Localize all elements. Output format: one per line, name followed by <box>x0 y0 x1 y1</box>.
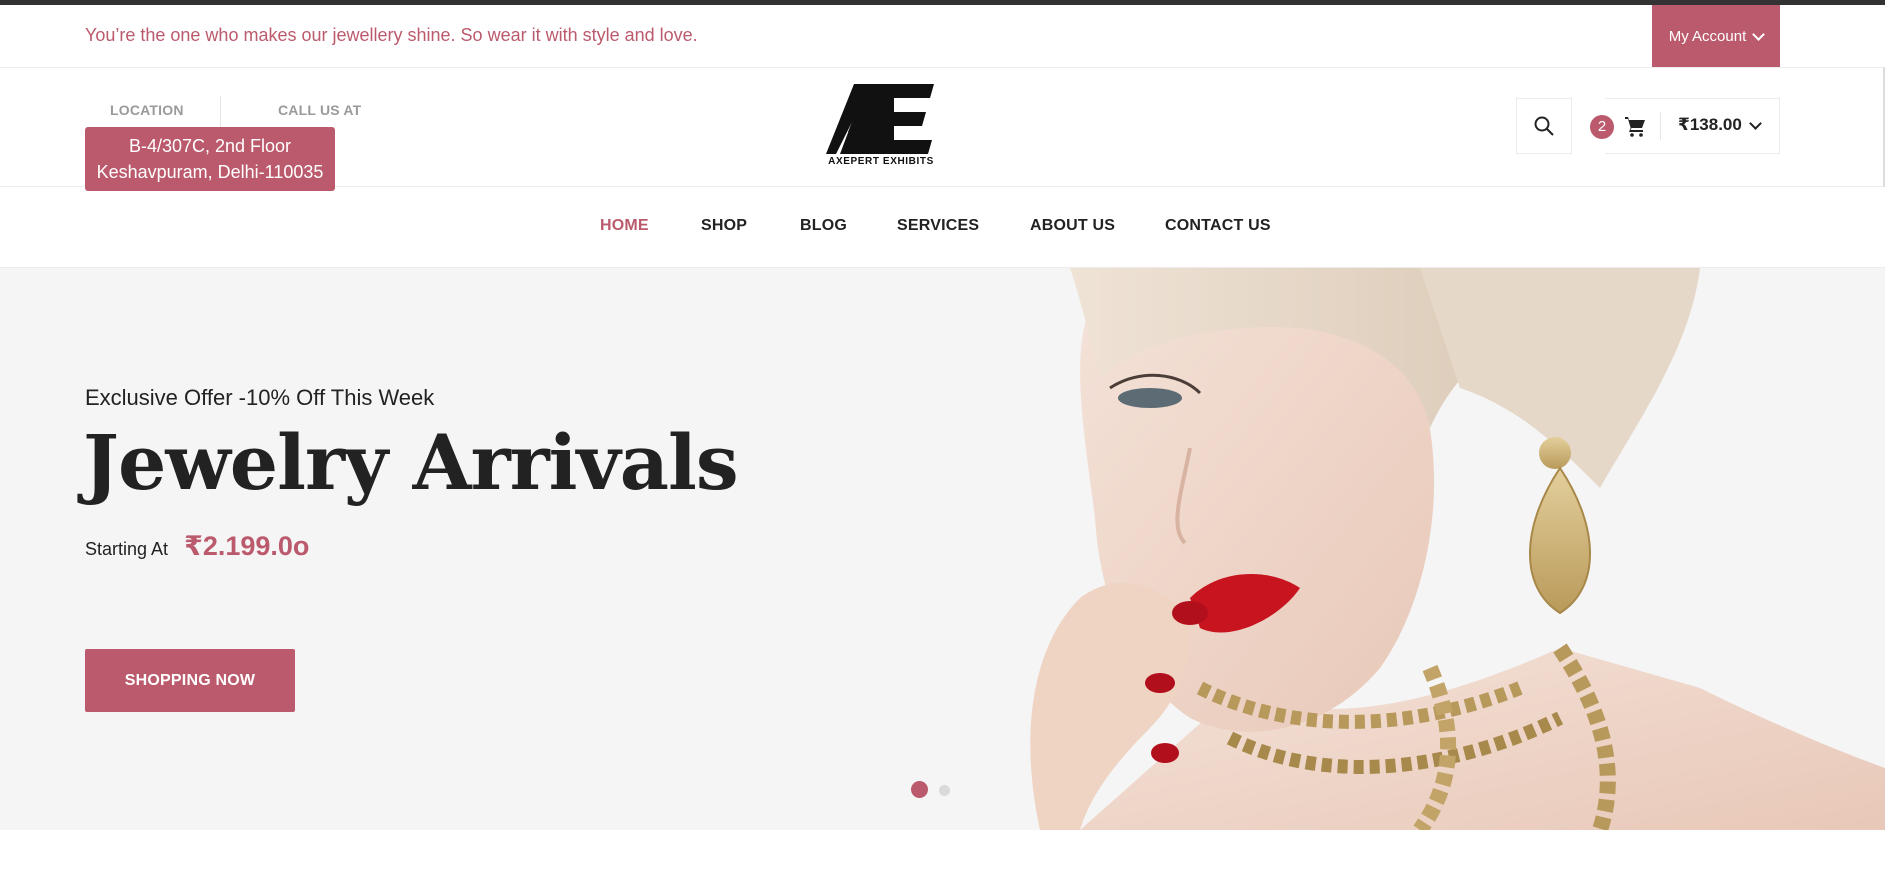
main-navigation: HOME SHOP BLOG SERVICES ABOUT US CONTACT… <box>0 187 1885 268</box>
logo-mark-icon <box>826 84 934 154</box>
hero-price-label: Starting At <box>85 539 169 559</box>
nav-about-us[interactable]: ABOUT US <box>1030 217 1115 235</box>
hero-price: ₹2.199.0o <box>184 531 310 561</box>
hero-price-row: Starting At ₹2.199.0o <box>85 531 309 562</box>
shopping-now-button[interactable]: SHOPPING NOW <box>85 649 295 712</box>
slider-dot-2[interactable] <box>939 785 950 796</box>
chevron-down-icon <box>1752 27 1766 41</box>
cart-total-dropdown[interactable]: ₹138.00 <box>1678 115 1762 135</box>
chevron-down-icon <box>1748 116 1762 130</box>
hero-model-image <box>1000 268 1885 830</box>
nav-shop[interactable]: SHOP <box>701 217 747 235</box>
logo-text: AXEPERT EXHIBITS <box>828 156 934 167</box>
search-icon <box>1534 116 1554 136</box>
search-button[interactable] <box>1516 98 1572 154</box>
cart-total-amount: ₹138.00 <box>1678 115 1742 134</box>
hero-title: Jewelry Arrivals <box>83 418 739 507</box>
hero-offer-text: Exclusive Offer -10% Off This Week <box>85 385 435 410</box>
location-label: LOCATION <box>110 102 184 118</box>
address-line-1: B-4/307C, 2nd Floor <box>128 136 292 156</box>
my-account-button[interactable]: My Account <box>1652 5 1780 67</box>
hero-slider: Exclusive Offer -10% Off This Week Jewel… <box>0 268 1885 830</box>
cart-count-badge: 2 <box>1590 115 1614 139</box>
address-tooltip: B-4/307C, 2nd Floor Keshavpuram, Delhi-1… <box>85 127 335 191</box>
my-account-label: My Account <box>1668 27 1747 45</box>
nav-services[interactable]: SERVICES <box>897 217 979 235</box>
cart-icon[interactable] <box>1624 114 1648 138</box>
nav-contact-us[interactable]: CONTACT US <box>1165 217 1271 235</box>
site-logo[interactable]: AXEPERT EXHIBITS <box>826 84 936 170</box>
nav-home[interactable]: HOME <box>600 217 649 235</box>
call-label: CALL US AT <box>278 102 362 118</box>
announcement-bar: You’re the one who makes our jewellery s… <box>0 5 1885 68</box>
slider-dot-1[interactable] <box>911 781 928 798</box>
announcement-text: You’re the one who makes our jewellery s… <box>85 25 698 45</box>
nav-blog[interactable]: BLOG <box>800 217 847 235</box>
site-header: LOCATION CALL US AT 56789 B-4/307C, 2nd … <box>0 68 1885 191</box>
address-line-2: Keshavpuram, Delhi-110035 <box>96 162 324 182</box>
cart-separator <box>1660 112 1661 140</box>
